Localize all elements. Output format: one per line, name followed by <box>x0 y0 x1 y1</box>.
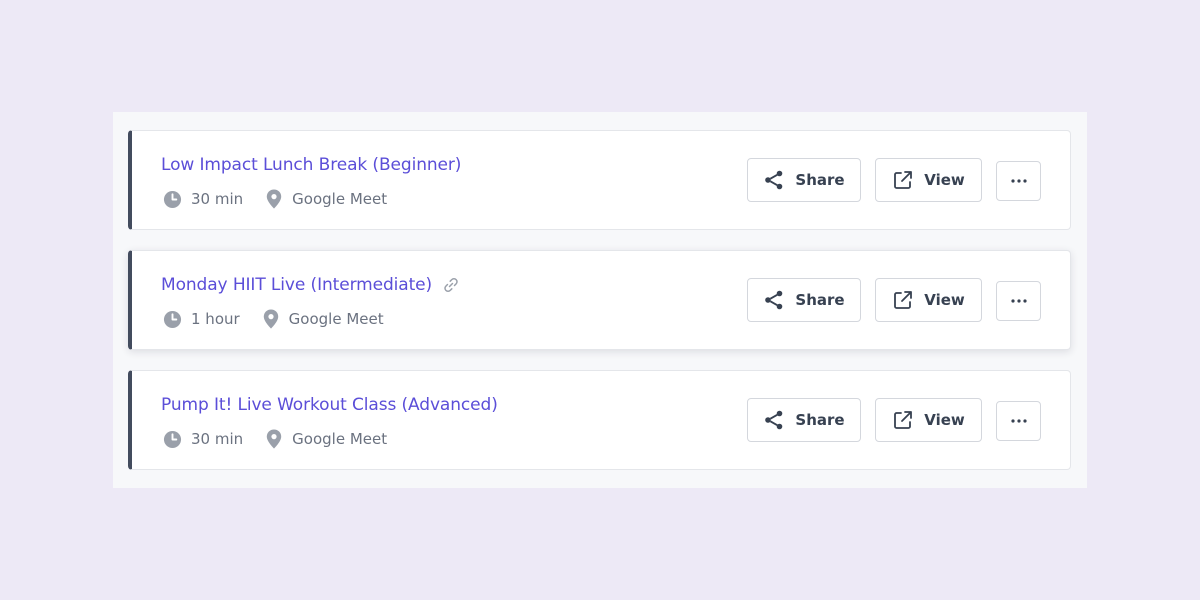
ellipsis-icon <box>1010 178 1028 184</box>
ellipsis-icon <box>1010 298 1028 304</box>
event-title[interactable]: Low Impact Lunch Break (Beginner) <box>161 155 461 175</box>
event-title-row: Low Impact Lunch Break (Beginner) <box>161 152 461 178</box>
share-button[interactable]: Share <box>747 158 861 202</box>
view-button[interactable]: View <box>875 398 982 442</box>
external-link-icon <box>892 169 914 191</box>
event-title[interactable]: Pump It! Live Workout Class (Advanced) <box>161 395 498 415</box>
share-icon <box>763 289 785 311</box>
event-card: Pump It! Live Workout Class (Advanced) 3… <box>128 370 1071 470</box>
map-pin-icon <box>264 189 284 209</box>
clock-icon <box>162 309 182 329</box>
external-link-icon <box>892 409 914 431</box>
more-options-button[interactable] <box>996 161 1041 201</box>
event-duration: 30 min <box>191 190 244 208</box>
view-button-label: View <box>924 411 965 429</box>
share-icon <box>763 409 785 431</box>
event-duration: 30 min <box>191 430 244 448</box>
link-icon[interactable] <box>442 276 460 294</box>
share-button-label: Share <box>795 171 845 189</box>
event-card: Low Impact Lunch Break (Beginner) 30 min… <box>128 130 1071 230</box>
event-duration: 1 hour <box>191 310 240 328</box>
ellipsis-icon <box>1010 418 1028 424</box>
share-icon <box>763 169 785 191</box>
clock-icon <box>162 189 182 209</box>
event-meta: 30 min Google Meet <box>162 188 387 210</box>
view-button-label: View <box>924 171 965 189</box>
event-location: Google Meet <box>292 190 388 208</box>
external-link-icon <box>892 289 914 311</box>
event-list: Low Impact Lunch Break (Beginner) 30 min… <box>113 112 1087 488</box>
clock-icon <box>162 429 182 449</box>
share-button[interactable]: Share <box>747 398 861 442</box>
event-location: Google Meet <box>288 310 384 328</box>
event-title[interactable]: Monday HIIT Live (Intermediate) <box>161 275 432 295</box>
share-button-label: Share <box>795 291 845 309</box>
event-location: Google Meet <box>292 430 388 448</box>
event-card: Monday HIIT Live (Intermediate) 1 hour G… <box>128 250 1071 350</box>
more-options-button[interactable] <box>996 401 1041 441</box>
view-button-label: View <box>924 291 965 309</box>
event-meta: 30 min Google Meet <box>162 428 387 450</box>
event-title-row: Monday HIIT Live (Intermediate) <box>161 272 460 298</box>
view-button[interactable]: View <box>875 158 982 202</box>
view-button[interactable]: View <box>875 278 982 322</box>
share-button-label: Share <box>795 411 845 429</box>
map-pin-icon <box>264 429 284 449</box>
map-pin-icon <box>261 309 281 329</box>
more-options-button[interactable] <box>996 281 1041 321</box>
share-button[interactable]: Share <box>747 278 861 322</box>
event-title-row: Pump It! Live Workout Class (Advanced) <box>161 392 498 418</box>
event-meta: 1 hour Google Meet <box>162 308 384 330</box>
